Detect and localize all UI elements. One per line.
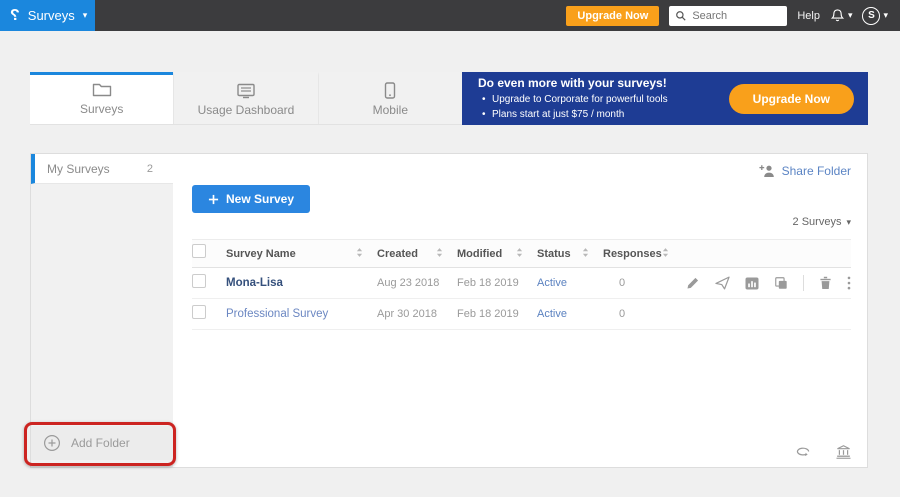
status-link[interactable]: Active (537, 308, 603, 320)
banner-upgrade-button[interactable]: Upgrade Now (729, 84, 854, 114)
created-date: Aug 23 2018 (377, 277, 457, 289)
tab-label: Mobile (373, 103, 408, 117)
sort-icon[interactable] (356, 247, 363, 261)
copy-icon[interactable] (774, 276, 788, 290)
chevron-down-icon: ▾ (846, 218, 851, 227)
folder-name: My Surveys (47, 162, 110, 176)
chevron-down-icon: ▾ (83, 11, 88, 20)
panel-footer-icons (795, 445, 851, 459)
archive-bank-icon[interactable] (836, 445, 851, 459)
search-box[interactable] (669, 6, 787, 26)
survey-name-link[interactable]: Professional Survey (226, 308, 377, 320)
folders-sidebar: My Surveys 2 Add Folder (31, 154, 173, 467)
header-label: Survey Name (226, 248, 296, 260)
upgrade-now-button[interactable]: Upgrade Now (566, 6, 659, 26)
plus-circle-icon (43, 434, 61, 452)
banner-bullet: Plans start at just $75 / month (478, 107, 668, 122)
row-checkbox[interactable] (192, 305, 206, 319)
notifications-menu[interactable]: ▾ (830, 8, 853, 23)
table-header-row: Survey Name Created Modified Status (192, 239, 851, 268)
share-folder-label: Share Folder (782, 164, 851, 178)
responses-count: 0 (603, 308, 665, 320)
top-navigation-bar: ? Surveys ▾ Upgrade Now Help ▾ S ▾ (0, 0, 900, 31)
tab-label: Usage Dashboard (198, 103, 295, 117)
surveys-panel: My Surveys 2 Add Folder Share Folder (30, 153, 868, 468)
header-label: Modified (457, 248, 502, 260)
edit-icon[interactable] (686, 276, 700, 290)
row-checkbox[interactable] (192, 274, 206, 288)
folder-count-badge: 2 (147, 163, 153, 175)
survey-list-area: Share Folder New Survey 2 Surveys ▾ Surv… (173, 154, 867, 467)
send-icon[interactable] (715, 276, 730, 290)
row-actions (665, 275, 851, 291)
header-label: Responses (603, 248, 662, 260)
sidebar-item-my-surveys[interactable]: My Surveys 2 (31, 154, 173, 184)
new-survey-button[interactable]: New Survey (192, 185, 310, 213)
bell-icon (830, 8, 845, 23)
banner-title: Do even more with your surveys! (478, 76, 668, 90)
share-folder-link[interactable]: Share Folder (759, 164, 851, 178)
header-responses[interactable]: Responses (603, 247, 665, 261)
tab-surveys[interactable]: Surveys (30, 72, 173, 124)
divider (803, 275, 804, 291)
folder-icon (92, 82, 112, 98)
sort-icon[interactable] (516, 247, 523, 261)
table-row: Mona-Lisa Aug 23 2018 Feb 18 2019 Active… (192, 268, 851, 299)
chevron-down-icon: ▾ (883, 11, 888, 20)
report-chart-icon[interactable] (745, 277, 759, 290)
survey-name-link[interactable]: Mona-Lisa (226, 277, 377, 289)
tab-usage-dashboard[interactable]: Usage Dashboard (173, 72, 317, 124)
brand-logo-icon: ? (10, 8, 20, 24)
header-label: Status (537, 248, 571, 260)
chevron-down-icon: ▾ (848, 11, 853, 20)
survey-count-label: 2 Surveys (793, 216, 842, 228)
select-all-checkbox-cell (192, 244, 226, 263)
header-created[interactable]: Created (377, 247, 457, 261)
created-date: Apr 30 2018 (377, 308, 457, 320)
plus-icon (208, 194, 219, 205)
header-label: Created (377, 248, 418, 260)
mobile-icon (384, 82, 396, 99)
delete-icon[interactable] (819, 276, 832, 290)
responses-count: 0 (603, 277, 665, 289)
search-icon (675, 10, 687, 22)
restore-icon[interactable] (795, 445, 812, 459)
help-link[interactable]: Help (797, 10, 820, 22)
survey-count-dropdown[interactable]: 2 Surveys ▾ (793, 216, 851, 228)
table-row: Professional Survey Apr 30 2018 Feb 18 2… (192, 299, 851, 330)
person-plus-icon (759, 164, 776, 178)
account-menu[interactable]: S ▾ (862, 7, 888, 25)
new-survey-label: New Survey (226, 192, 294, 206)
banner-bullet: Upgrade to Corporate for powerful tools (478, 92, 668, 107)
promo-banner: Do even more with your surveys! Upgrade … (462, 72, 868, 125)
modified-date: Feb 18 2019 (457, 308, 537, 320)
search-input[interactable] (692, 10, 777, 22)
header-modified[interactable]: Modified (457, 247, 537, 261)
status-link[interactable]: Active (537, 277, 603, 289)
modified-date: Feb 18 2019 (457, 277, 537, 289)
sort-icon[interactable] (436, 247, 443, 261)
tab-mobile[interactable]: Mobile (318, 72, 462, 124)
tab-label: Surveys (80, 102, 123, 116)
more-options-icon[interactable] (847, 276, 851, 290)
app-window: ? Surveys ▾ Upgrade Now Help ▾ S ▾ (0, 0, 900, 497)
section-tabs: Surveys Usage Dashboard Mobile (30, 72, 462, 125)
banner-bullet-list: Upgrade to Corporate for powerful tools … (478, 92, 668, 122)
sort-icon[interactable] (662, 247, 669, 261)
sort-icon[interactable] (582, 247, 589, 261)
avatar: S (862, 7, 880, 25)
add-folder-label: Add Folder (71, 436, 130, 450)
dashboard-icon (236, 83, 256, 99)
add-folder-button[interactable]: Add Folder (31, 426, 173, 460)
select-all-checkbox[interactable] (192, 244, 206, 258)
surveys-menu[interactable]: ? Surveys ▾ (0, 0, 95, 31)
surveys-menu-label: Surveys (28, 8, 75, 23)
header-survey-name[interactable]: Survey Name (226, 247, 377, 261)
surveys-table: Survey Name Created Modified Status (192, 239, 851, 330)
header-status[interactable]: Status (537, 247, 603, 261)
